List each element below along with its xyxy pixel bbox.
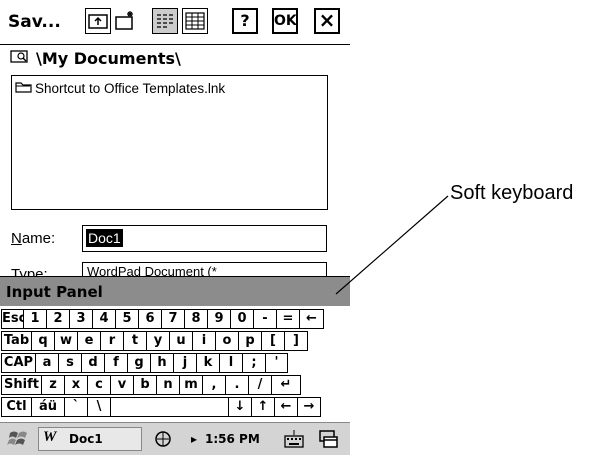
annotation-leader-line [335,195,449,295]
soft-keyboard-callout: Soft keyboard [450,182,574,204]
